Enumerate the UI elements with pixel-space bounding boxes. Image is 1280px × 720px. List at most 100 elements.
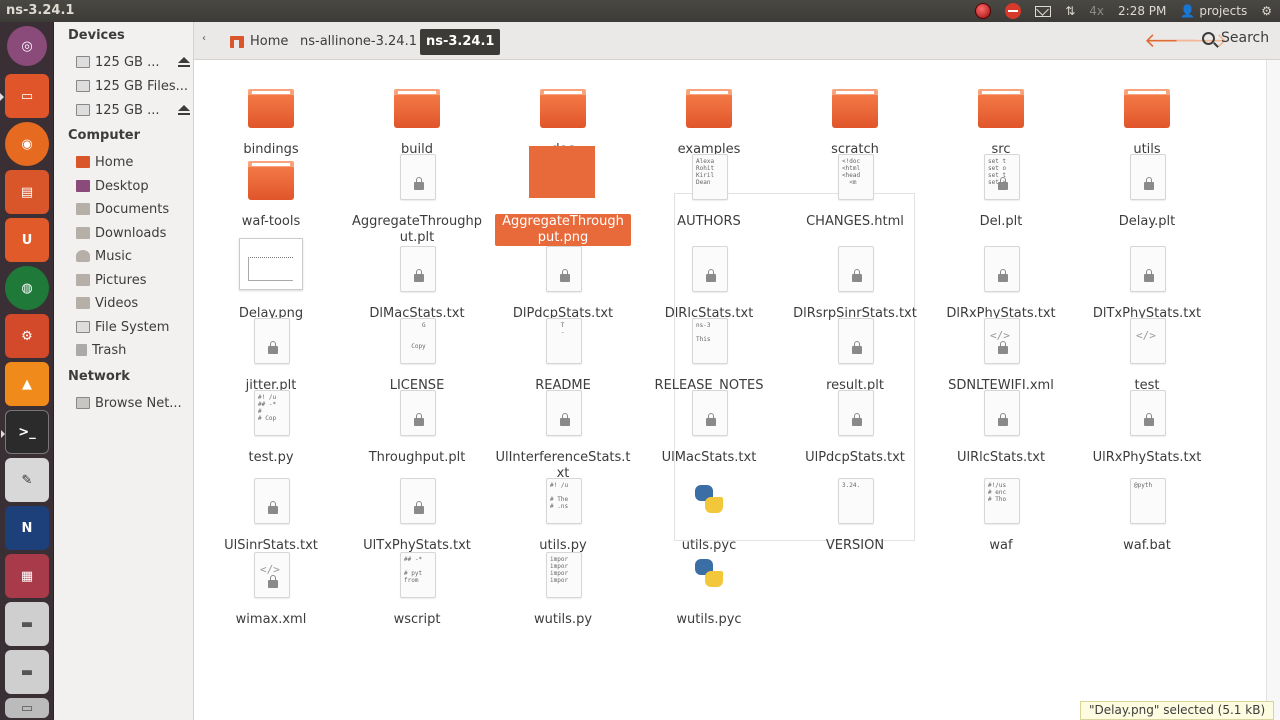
file-name: wutils.pyc	[676, 612, 742, 627]
sidebar-item-label: Browse Net...	[95, 395, 182, 411]
drive-icon[interactable]: ▬	[5, 602, 49, 646]
sidebar-item-home[interactable]: Home	[76, 152, 190, 172]
file-item[interactable]: wutils.pyc	[639, 544, 779, 628]
sidebar-item-trash[interactable]: Trash	[76, 340, 190, 360]
text-file-icon: ns-3 This	[674, 310, 744, 376]
network-globe-icon[interactable]: ◍	[5, 266, 49, 310]
no-entry-icon[interactable]	[1005, 3, 1022, 19]
locked-file-icon	[236, 470, 306, 536]
trash-launcher-icon[interactable]: ▭	[5, 698, 49, 718]
file-item[interactable]: #!/us # enc # Tho waf	[931, 470, 1071, 554]
network-updown-icon[interactable]: ⇅	[1065, 4, 1075, 18]
drive-icon	[76, 80, 90, 92]
breadcrumb-home[interactable]: Home	[224, 29, 294, 55]
sidebar-item-music[interactable]: Music	[76, 246, 190, 266]
sound-icon[interactable]: 4x	[1089, 4, 1104, 18]
file-item[interactable]: #! /u # The # .ns utils.py	[493, 470, 633, 554]
sidebar-item-label: Videos	[95, 295, 139, 311]
netanim-icon[interactable]: N	[5, 506, 49, 550]
file-item[interactable]: UlTxPhyStats.txt	[347, 470, 487, 554]
python-icon	[674, 470, 744, 536]
folder-item[interactable]: waf-tools	[201, 146, 341, 230]
file-item[interactable]: Alexa Rohit Kiril Dean AUTHORS	[639, 146, 779, 230]
file-item[interactable]: impor impor impor impor wutils.py	[493, 544, 633, 628]
sidebar-item-label: Pictures	[95, 272, 147, 288]
sidebar-item-file-system[interactable]: File System	[76, 317, 190, 337]
mail-icon[interactable]	[1035, 5, 1052, 17]
dash-home-icon[interactable]: ◎	[7, 26, 47, 66]
terminal-icon[interactable]: >_	[1, 410, 49, 454]
workspace-switcher-icon[interactable]: ▦	[5, 554, 49, 598]
locked-file-icon	[382, 382, 452, 448]
text-editor-icon[interactable]: ✎	[5, 458, 49, 502]
top-panel: ns-3.24.1 ⇅ 4x 2:28 PM 👤 projects ⚙	[0, 0, 1280, 22]
file-item[interactable]: UlMacStats.txt	[639, 382, 779, 466]
folder-icon	[966, 74, 1036, 140]
breadcrumb-current[interactable]: ns-3.24.1	[420, 29, 501, 55]
drive-icon-2[interactable]: ▬	[5, 650, 49, 694]
file-item[interactable]: set t set o set t set x Del.plt	[931, 146, 1071, 230]
file-name: wimax.xml	[235, 612, 307, 627]
clock[interactable]: 2:28 PM	[1118, 4, 1166, 18]
file-item[interactable]: </> wimax.xml	[201, 544, 341, 628]
sidebar-item-downloads[interactable]: Downloads	[76, 223, 190, 243]
file-item[interactable]: Throughput.plt	[347, 382, 487, 466]
file-item[interactable]: UlInterferenceStats.txt	[493, 382, 633, 482]
file-name: UlMacStats.txt	[661, 450, 757, 465]
file-item[interactable]: 3.24. VERSION	[785, 470, 925, 554]
window-title: ns-3.24.1	[6, 3, 75, 18]
system-settings-icon[interactable]: ⚙	[5, 314, 49, 358]
sidebar-item-videos[interactable]: Videos	[76, 293, 190, 313]
file-item[interactable]: UlPdcpStats.txt	[785, 382, 925, 466]
file-item[interactable]: <!doc <html <head <m CHANGES.html	[785, 146, 925, 230]
file-item[interactable]: #! /u ## -* # # Cop test.py	[201, 382, 341, 466]
files-app-icon[interactable]: ▭	[0, 74, 49, 118]
file-item[interactable]: ## -* # pyt from wscript	[347, 544, 487, 628]
text-file-icon: @pyth	[1112, 470, 1182, 536]
file-item[interactable]: AggregateThroughput.png	[493, 146, 633, 246]
text-file-icon: ## -* # pyt from	[382, 544, 452, 610]
file-item[interactable]: Delay.plt	[1077, 146, 1217, 230]
locked-file-icon	[1112, 238, 1182, 304]
sidebar-item-pictures[interactable]: Pictures	[76, 270, 190, 290]
folder-icon	[674, 74, 744, 140]
eject-icon[interactable]	[178, 57, 190, 67]
user-menu[interactable]: 👤 projects	[1180, 4, 1247, 18]
sidebar-item-label: Home	[95, 154, 134, 170]
file-item[interactable]: @pyth waf.bat	[1077, 470, 1217, 554]
vlc-icon[interactable]: ▲	[5, 362, 49, 406]
breadcrumb-ns-allinone[interactable]: ns-allinone-3.24.1	[294, 29, 423, 55]
downloads-icon	[76, 227, 90, 239]
sidebar-item-desktop[interactable]: Desktop	[76, 176, 190, 196]
software-center-icon[interactable]: ▤	[5, 170, 49, 214]
firefox-icon[interactable]: ◉	[5, 122, 49, 166]
sidebar-item-device[interactable]: 125 GB ...	[76, 100, 190, 120]
file-item[interactable]: UlSinrStats.txt	[201, 470, 341, 554]
pictures-icon	[76, 274, 90, 286]
eject-icon[interactable]	[178, 105, 190, 115]
record-indicator-icon[interactable]	[975, 3, 992, 19]
file-view[interactable]: bindingsbuilddocexamplesscratchsrcutilsw…	[195, 60, 1265, 720]
file-item[interactable]: UlRxPhyStats.txt	[1077, 382, 1217, 466]
file-item[interactable]: AggregateThroughput.plt	[347, 146, 487, 246]
file-item[interactable]: UlRlcStats.txt	[931, 382, 1071, 466]
user-name: projects	[1199, 4, 1248, 18]
text-file-icon: 3.24.	[820, 470, 890, 536]
search-button[interactable]: Search	[1202, 30, 1269, 46]
file-name: Throughput.plt	[368, 450, 466, 465]
breadcrumb-scroll-left-icon[interactable]: ‹	[202, 33, 206, 44]
file-item[interactable]: utils.pyc	[639, 470, 779, 554]
text-file-icon: #! /u ## -* # # Cop	[236, 382, 306, 448]
text-file-icon: impor impor impor impor	[528, 544, 598, 610]
power-gear-icon[interactable]: ⚙	[1261, 4, 1272, 18]
sidebar-item-browse-network[interactable]: Browse Net...	[76, 393, 190, 413]
status-bar: "Delay.png" selected (5.1 kB)	[1080, 701, 1275, 720]
sidebar-item-device[interactable]: 125 GB Files...	[76, 76, 190, 96]
sidebar-item-documents[interactable]: Documents	[76, 199, 190, 219]
scrollbar[interactable]	[1266, 60, 1280, 720]
ubuntu-one-icon[interactable]: U	[5, 218, 49, 262]
file-name: UlRlcStats.txt	[956, 450, 1046, 465]
sidebar-item-device[interactable]: 125 GB ...	[76, 52, 190, 72]
locked-file-icon	[236, 310, 306, 376]
filesystem-icon	[76, 321, 90, 333]
